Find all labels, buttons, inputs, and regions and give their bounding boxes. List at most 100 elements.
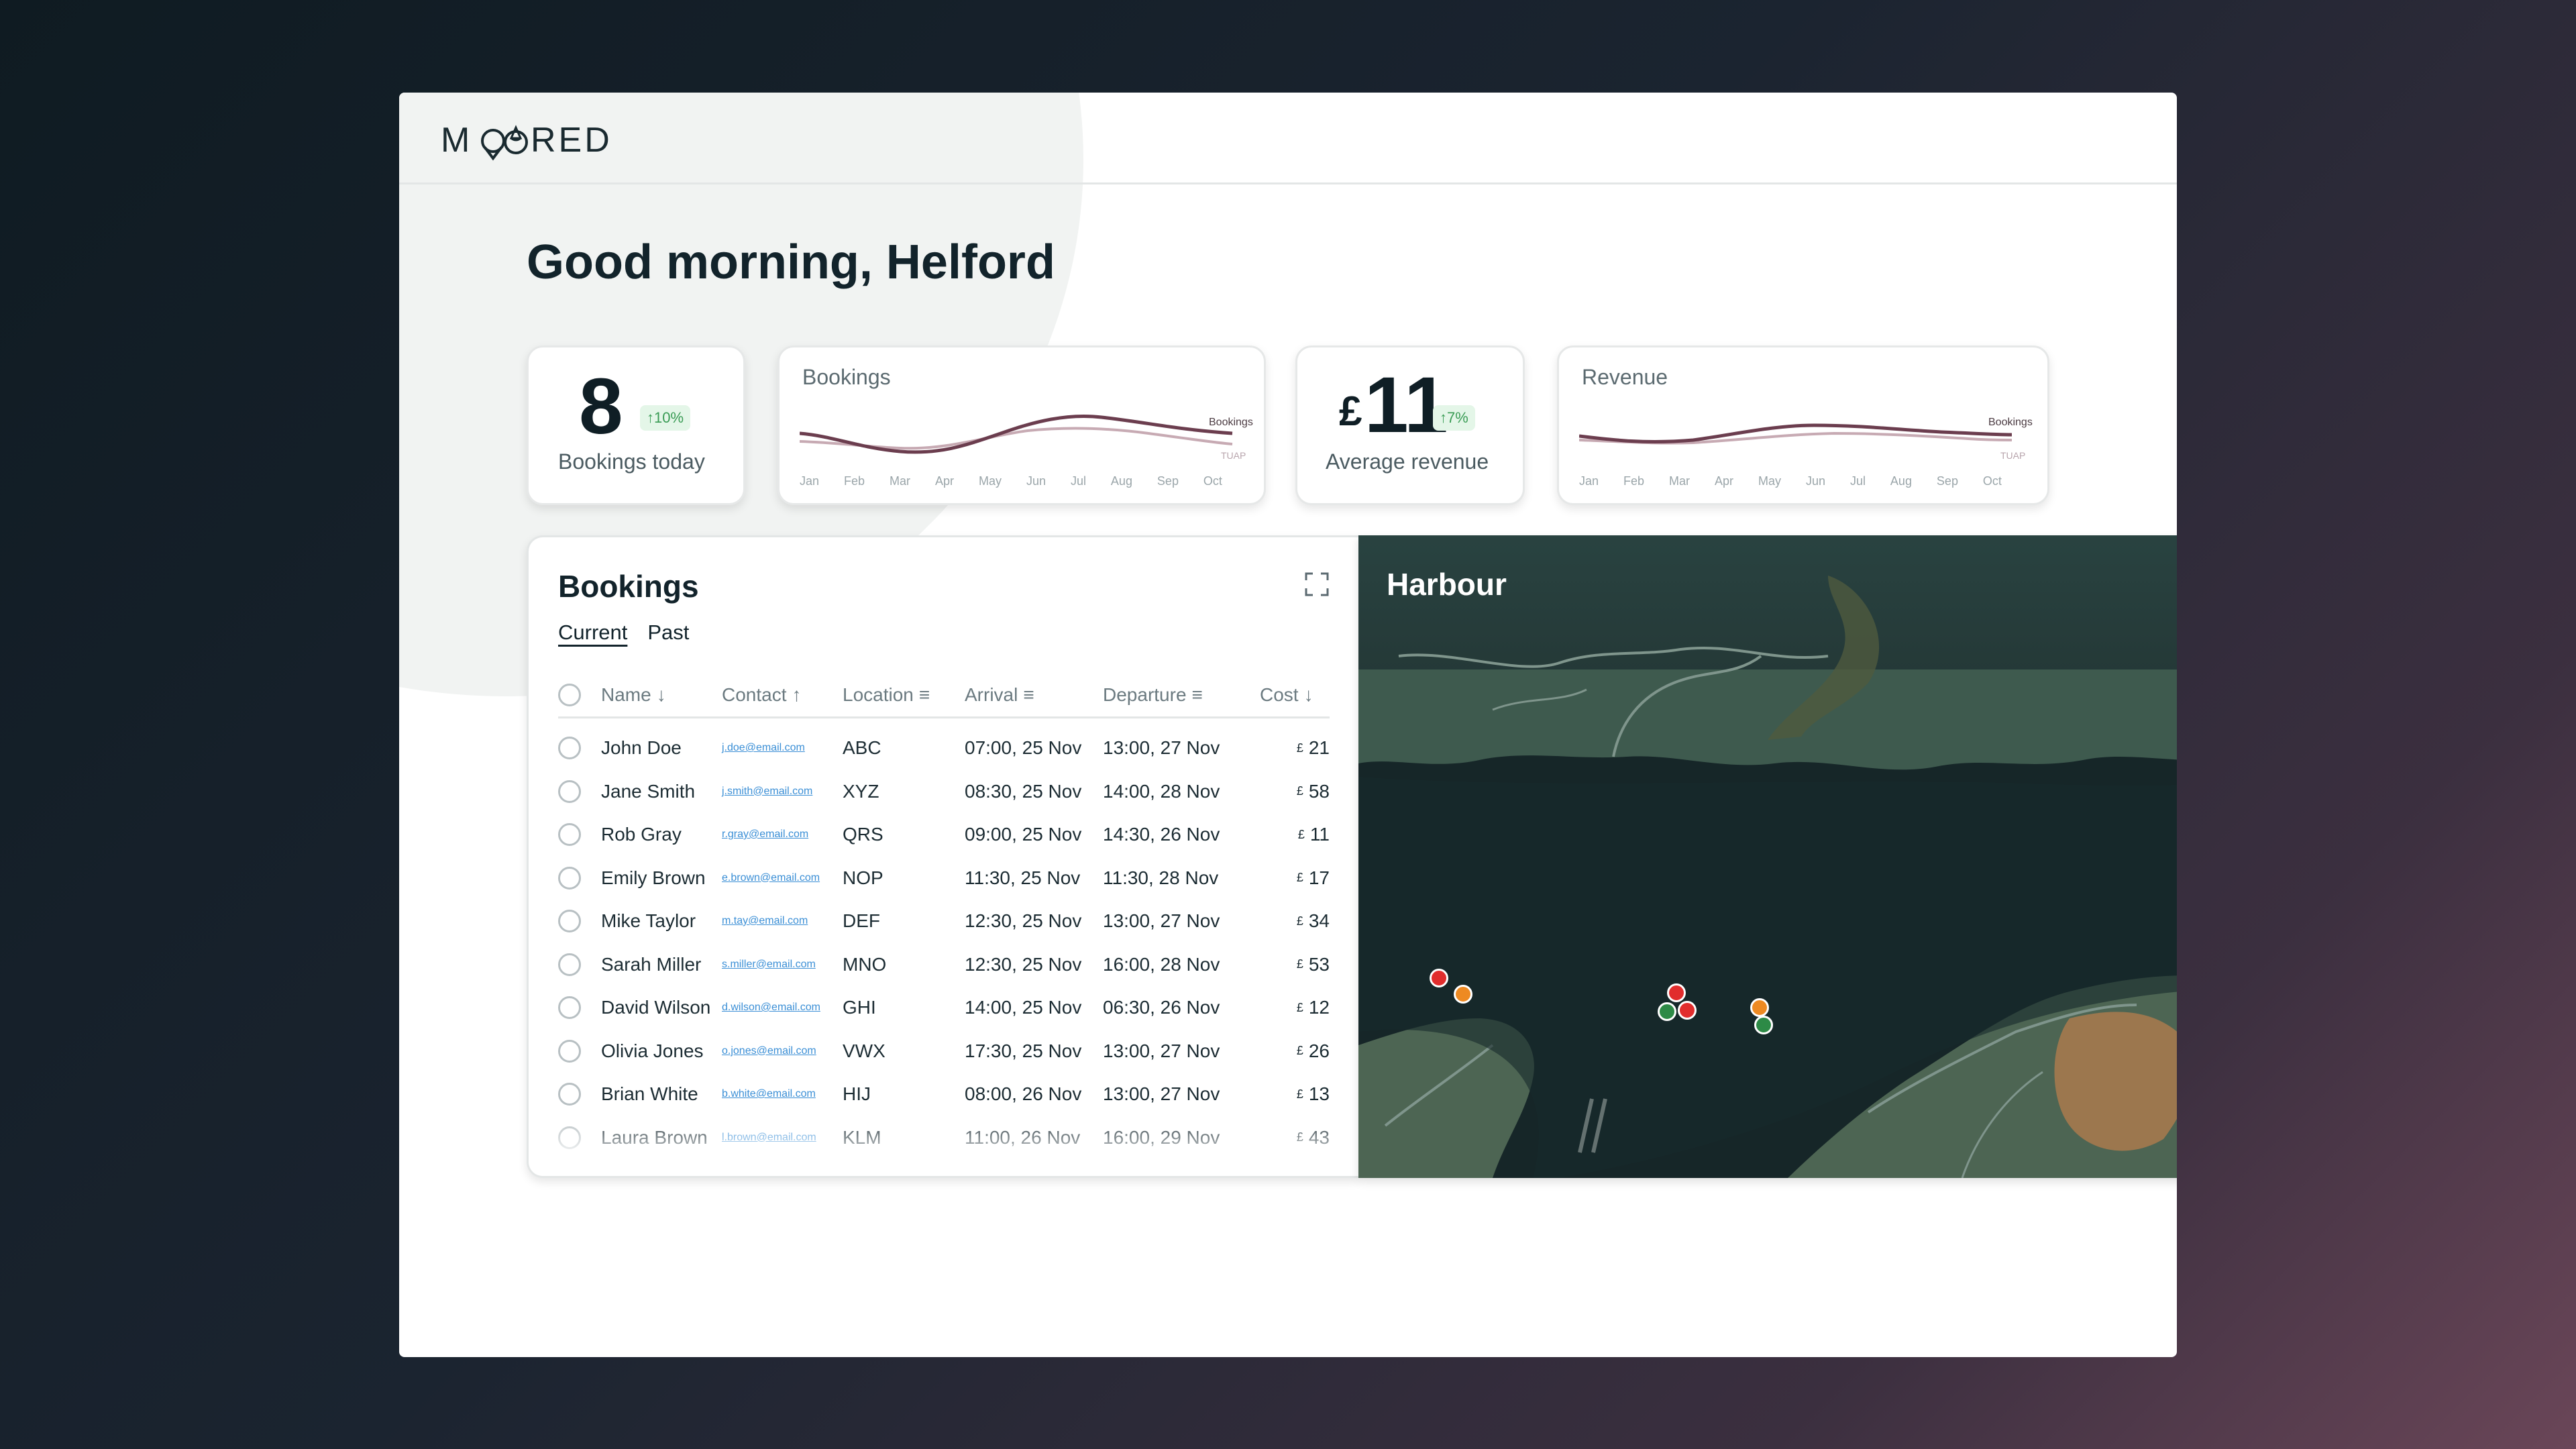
contact-email-link[interactable]: m.tay@email.com xyxy=(722,915,808,927)
table-row[interactable]: Mike Taylor m.tay@email.com DEF 12:30, 25 N… xyxy=(558,900,1330,943)
contact-email-link[interactable]: d.wilson@email.com xyxy=(722,1002,820,1014)
month-tick: Apr xyxy=(1714,474,1733,488)
compare-label: TUAP xyxy=(2000,450,2025,461)
harbour-map[interactable]: Harbour xyxy=(1358,535,2177,1178)
contact-email-link[interactable]: b.white@email.com xyxy=(722,1088,816,1100)
bookings-trend-card[interactable]: Bookings Bookings TUAP Jan Feb Mar Apr M… xyxy=(777,345,1266,505)
column-contact[interactable]: Contact ↑ xyxy=(722,672,802,718)
sort-up-icon: ↑ xyxy=(792,684,802,705)
kpi-bookings-today: 8 ↑10% Bookings today xyxy=(527,345,745,505)
contact-email-link[interactable]: o.jones@email.com xyxy=(722,1045,816,1057)
sort-down-icon: ↓ xyxy=(1303,684,1313,705)
column-cost[interactable]: Cost ↓ xyxy=(1260,672,1313,718)
column-arrival[interactable]: Arrival ≡ xyxy=(965,672,1034,718)
mooring-pin-green[interactable] xyxy=(1658,1002,1676,1021)
contact-email-link[interactable]: r.gray@email.com xyxy=(722,828,808,841)
tab-past[interactable]: Past xyxy=(647,621,689,645)
mooring-pin-orange[interactable] xyxy=(1750,998,1769,1017)
brand-logo[interactable]: M RED xyxy=(441,118,608,161)
departure-time: 14:00, 28 Nov xyxy=(1103,780,1220,802)
kpi-change-badge: ↑7% xyxy=(1433,405,1475,431)
arrival-time: 12:30, 25 Nov xyxy=(965,910,1082,931)
arrival-time: 08:30, 25 Nov xyxy=(965,780,1082,802)
cost-currency: £ xyxy=(1296,914,1303,928)
cost-currency: £ xyxy=(1296,784,1303,798)
kpi-label: Bookings today xyxy=(558,449,705,474)
column-location[interactable]: Location ≡ xyxy=(843,672,930,718)
map-canvas xyxy=(1358,535,2177,1178)
month-tick: Feb xyxy=(1623,474,1645,488)
row-checkbox[interactable] xyxy=(558,1039,581,1063)
month-axis: Jan Feb Mar Apr May Jun Jul Aug Sep Oct xyxy=(1579,474,2002,488)
table-header: Name ↓ Contact ↑ Location ≡ Arrival ≡ Depart… xyxy=(558,672,1330,718)
table-row[interactable]: Rob Gray r.gray@email.com QRS 09:00, 25 Nov… xyxy=(558,813,1330,856)
bookings-sparkline: Bookings TUAP xyxy=(800,414,1253,461)
table-row[interactable]: Brian White b.white@email.com HIJ 08:00, 26… xyxy=(558,1073,1330,1116)
departure-time: 14:30, 26 Nov xyxy=(1103,824,1220,845)
moored-logo-icon: M RED xyxy=(441,121,608,161)
departure-time: 06:30, 26 Nov xyxy=(1103,997,1220,1018)
contact-email-link[interactable]: s.miller@email.com xyxy=(722,959,816,971)
contact-email-link[interactable]: j.smith@email.com xyxy=(722,786,812,798)
mooring-pin-red[interactable] xyxy=(1678,1001,1697,1020)
cost-currency: £ xyxy=(1296,1044,1303,1057)
app-window: M RED Good morning, Helford 8 ↑10% Booki… xyxy=(399,93,2177,1357)
mooring-pin-orange[interactable] xyxy=(1454,985,1472,1004)
row-checkbox[interactable] xyxy=(558,953,581,976)
column-departure[interactable]: Departure ≡ xyxy=(1103,672,1203,718)
arrival-time: 08:00, 26 Nov xyxy=(965,1083,1082,1104)
bookings-title: Bookings xyxy=(558,569,699,604)
row-checkbox[interactable] xyxy=(558,866,581,890)
table-row[interactable]: Jane Smith j.smith@email.com XYZ 08:30, 25 … xyxy=(558,770,1330,813)
cost-currency: £ xyxy=(1296,1087,1303,1101)
month-tick: Mar xyxy=(1669,474,1690,488)
row-checkbox[interactable] xyxy=(558,823,581,846)
month-tick: Oct xyxy=(1982,474,2002,488)
svg-text:RED: RED xyxy=(531,121,608,160)
row-checkbox[interactable] xyxy=(558,737,581,759)
guest-name: Emily Brown xyxy=(601,867,706,888)
table-row[interactable]: Olivia Jones o.jones@email.com VWX 17:30, 2… xyxy=(558,1030,1330,1073)
row-checkbox[interactable] xyxy=(558,910,581,932)
location-code: NOP xyxy=(843,867,883,888)
departure-time: 13:00, 27 Nov xyxy=(1103,737,1220,758)
select-all-checkbox[interactable] xyxy=(558,684,581,706)
revenue-sparkline: Bookings TUAP xyxy=(1579,417,2033,461)
kpi-currency: £ xyxy=(1339,388,1362,435)
guest-name: Mike Taylor xyxy=(601,910,696,931)
chart-title: Revenue xyxy=(1582,365,1668,389)
cost-value: 17 xyxy=(1308,867,1330,888)
table-row[interactable]: John Doe j.doe@email.com ABC 07:00, 25 Nov 1… xyxy=(558,727,1330,769)
table-row[interactable]: Sarah Miller s.miller@email.com MNO 12:30, … xyxy=(558,943,1330,986)
table-row[interactable]: David Wilson d.wilson@email.com GHI 14:00, … xyxy=(558,986,1330,1029)
arrival-time: 07:00, 25 Nov xyxy=(965,737,1082,758)
row-checkbox[interactable] xyxy=(558,996,581,1019)
column-label: Arrival xyxy=(965,684,1018,705)
row-checkbox[interactable] xyxy=(558,780,581,803)
table-row[interactable]: Emily Brown e.brown@email.com NOP 11:30, 25… xyxy=(558,857,1330,900)
cost-value: 53 xyxy=(1308,953,1330,975)
row-checkbox[interactable] xyxy=(558,1083,581,1106)
scroll-fade xyxy=(529,1116,1358,1176)
kpi-average-revenue: £ 11 ↑7% Average revenue xyxy=(1295,345,1525,505)
mooring-pin-green[interactable] xyxy=(1754,1016,1773,1034)
mooring-pin-red[interactable] xyxy=(1667,983,1686,1002)
cost-value: 21 xyxy=(1308,737,1330,758)
location-code: HIJ xyxy=(843,1083,871,1104)
month-tick: Sep xyxy=(1157,474,1179,488)
column-label: Departure xyxy=(1103,684,1187,705)
month-tick: Jul xyxy=(1849,474,1866,488)
arrival-time: 12:30, 25 Nov xyxy=(965,953,1082,975)
cost-currency: £ xyxy=(1297,827,1305,841)
location-code: DEF xyxy=(843,910,880,931)
month-tick: Jul xyxy=(1070,474,1086,488)
contact-email-link[interactable]: e.brown@email.com xyxy=(722,872,820,884)
cost-currency: £ xyxy=(1296,871,1303,884)
tab-current[interactable]: Current xyxy=(558,621,627,645)
expand-icon[interactable] xyxy=(1305,572,1329,596)
mooring-pin-red[interactable] xyxy=(1430,969,1448,987)
revenue-trend-card[interactable]: Revenue Bookings TUAP Jan Feb Mar Apr Ma… xyxy=(1557,345,2049,505)
month-tick: Feb xyxy=(844,474,865,488)
column-name[interactable]: Name ↓ xyxy=(601,672,666,718)
contact-email-link[interactable]: j.doe@email.com xyxy=(722,742,805,754)
